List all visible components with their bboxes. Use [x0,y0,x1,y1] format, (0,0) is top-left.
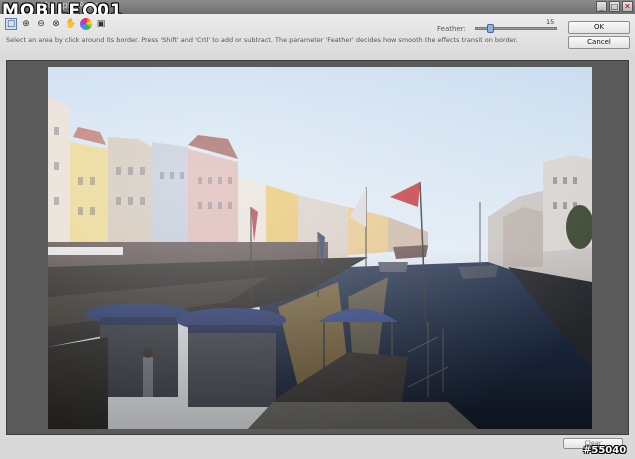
minimize-icon[interactable]: _ [596,1,607,12]
preview-photo[interactable] [48,67,592,429]
tool-buttons: ☐ ⊕ ⊖ ⊗ ✋ ▣ [5,18,107,30]
color-tool-icon[interactable] [80,18,92,30]
toolbar: ☐ ⊕ ⊖ ⊗ ✋ ▣ Select an area by click around it… [0,14,635,52]
maximize-icon[interactable]: □ [609,1,620,12]
harbor-photo-image [48,67,592,429]
add-area-icon[interactable]: ⊕ [20,18,32,30]
image-icon[interactable]: ▣ [95,18,107,30]
hand-tool-icon[interactable]: ✋ [65,18,77,30]
feather-slider-thumb[interactable] [487,24,495,33]
subtract-area-icon[interactable]: ⊖ [35,18,47,30]
cancel-button[interactable]: Cancel [568,36,630,49]
remove-area-icon[interactable]: ⊗ [50,18,62,30]
preview-canvas[interactable] [6,60,629,435]
watermark-number: #55040 [583,445,627,456]
instruction-text: Select an area by click around its borde… [6,36,518,44]
ok-button[interactable]: OK [568,21,630,34]
close-icon[interactable]: ✕ [622,1,633,12]
feather-slider[interactable] [475,24,557,33]
lasso-tool-icon[interactable]: ☐ [5,18,17,30]
window-controls: _ □ ✕ [596,1,633,12]
feather-label: Feather: [437,25,466,33]
feather-value: 15 [546,18,555,26]
